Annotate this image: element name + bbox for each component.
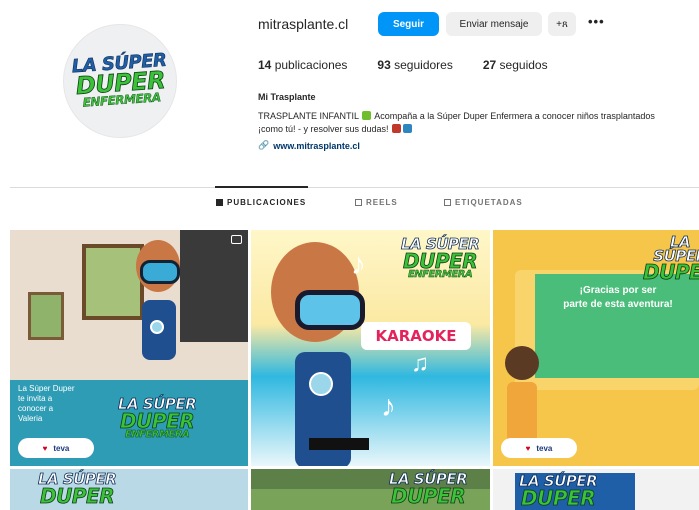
p5-logo-line2: DUPER xyxy=(391,483,466,508)
p1-caption-line4: Valeria xyxy=(18,414,43,423)
character-hair xyxy=(505,346,539,380)
post-6-logo: LA SÚPER DUPER xyxy=(519,473,598,510)
p1-caption-line2: te invita a xyxy=(18,394,53,403)
post-3-thanks: ¡Gracias por ser parte de esta aventura! xyxy=(533,284,699,312)
followers-label: seguidores xyxy=(394,58,453,72)
nurse-character xyxy=(128,240,188,390)
following-stat[interactable]: 27 seguidos xyxy=(483,58,548,72)
suggest-users-button[interactable]: +ጸ xyxy=(548,12,576,36)
doorway xyxy=(180,230,248,342)
tab-reels-label: REELS xyxy=(366,198,398,207)
more-options-icon[interactable]: ••• xyxy=(588,14,605,29)
post-1-caption: La Súper Duper te invita a conocer a Val… xyxy=(18,384,74,424)
profile-username: mitrasplante.cl xyxy=(258,16,349,32)
heart-logo-icon: ♥ xyxy=(42,443,48,453)
tab-publicaciones-label: PUBLICACIONES xyxy=(227,198,307,207)
p4-logo-line2: DUPER xyxy=(40,483,115,508)
followers-count: 93 xyxy=(377,58,391,72)
p1-caption-line3: conocer a xyxy=(18,404,54,413)
nurse-character xyxy=(265,242,369,466)
bio-text-1b: Acompaña a la Súper Duper Enfermera a co… xyxy=(372,111,655,121)
posts-count: 14 xyxy=(258,58,272,72)
p3-logo-line1: LA SÚPER xyxy=(653,233,699,265)
profile-divider xyxy=(10,187,699,188)
tab-publicaciones[interactable]: PUBLICACIONES xyxy=(216,198,306,207)
post-tile-2[interactable]: LA SÚPER DUPER ENFERMERA ♪ KARAOKE ♫ ♪ xyxy=(251,230,490,466)
profile-bio: TRASPLANTE INFANTIL Acompaña a la Súper … xyxy=(258,110,699,136)
sponsor-pill: ♥ teva xyxy=(501,438,577,458)
post-4-logo: LA SÚPER DUPER xyxy=(38,471,117,508)
karaoke-banner: KARAOKE xyxy=(361,322,471,350)
p6-logo-line2: DUPER xyxy=(521,485,596,510)
avatar-logo: LA SÚPER DUPER ENFERMERA xyxy=(71,50,169,110)
following-label: seguidos xyxy=(499,58,548,72)
post-1-logo: LA SÚPER DUPER ENFERMERA xyxy=(118,396,197,440)
character-belt xyxy=(309,438,369,450)
p3-thanks-line1: ¡Gracias por ser xyxy=(579,285,657,296)
sponsor-label: teva xyxy=(53,443,70,453)
posts-stat: 14 publicaciones xyxy=(258,58,347,72)
post-tile-3[interactable]: ¡Gracias por ser parte de esta aventura!… xyxy=(493,230,699,466)
link-icon: 🔗 xyxy=(258,140,270,150)
heart-logo-icon: ♥ xyxy=(525,443,531,453)
music-note-icon-3: ♪ xyxy=(381,390,396,423)
posts-label: publicaciones xyxy=(274,58,348,72)
followers-stat[interactable]: 93 seguidores xyxy=(377,58,452,72)
video-icon xyxy=(231,235,242,244)
p2-logo-line3: ENFERMERA xyxy=(407,268,473,280)
p3-thanks-line2: parte de esta aventura! xyxy=(563,299,673,310)
post-3-logo: LA SÚPER DUPER xyxy=(643,233,699,284)
suit-badge xyxy=(150,320,164,334)
tab-reels[interactable]: REELS xyxy=(355,198,398,207)
tab-etiquetadas-label: ETIQUETADAS xyxy=(455,198,523,207)
goggles-icon xyxy=(295,290,365,330)
goggles-icon xyxy=(140,260,180,284)
p1-logo-line2: DUPER xyxy=(120,408,195,433)
avatar-logo-line3: ENFERMERA xyxy=(81,90,161,110)
music-note-icon-2: ♫ xyxy=(411,350,429,377)
profile-stats: 14 publicaciones 93 seguidores 27 seguid… xyxy=(258,58,578,72)
music-note-icon: ♪ xyxy=(351,248,366,281)
post-2-logo: LA SÚPER DUPER ENFERMERA xyxy=(401,236,480,280)
character-body xyxy=(507,382,537,446)
sponsor-label: teva xyxy=(536,443,553,453)
p1-caption-line1: La Súper Duper xyxy=(18,384,75,393)
sponsor-pill: ♥ teva xyxy=(18,438,94,458)
p3-logo-line2: DUPER xyxy=(643,260,699,284)
profile-link-text[interactable]: www.mitrasplante.cl xyxy=(273,141,360,151)
bio-text-1: TRASPLANTE INFANTIL xyxy=(258,111,362,121)
post-tile-5[interactable]: LA SÚPER DUPER xyxy=(251,469,490,510)
suit-badge xyxy=(309,372,333,396)
painting-frame-small xyxy=(28,292,64,340)
nurse-emoji-icon xyxy=(392,124,402,133)
nurse-emoji-icon-2 xyxy=(403,124,413,133)
p2-logo-line2: DUPER xyxy=(403,248,478,273)
follow-button[interactable]: Seguir xyxy=(378,12,439,36)
tab-etiquetadas[interactable]: ETIQUETADAS xyxy=(444,198,523,207)
post-tile-6[interactable]: LA SÚPER DUPER xyxy=(493,469,699,510)
send-message-button[interactable]: Enviar mensaje xyxy=(446,12,542,36)
bio-text-2: ¡como tú! - y resolver sus dudas! xyxy=(258,124,392,134)
profile-avatar[interactable]: LA SÚPER DUPER ENFERMERA xyxy=(63,24,177,138)
plant-emoji-icon xyxy=(362,111,372,120)
active-tab-indicator xyxy=(215,186,308,188)
following-count: 27 xyxy=(482,58,497,72)
grid-icon xyxy=(216,199,223,206)
post-5-logo: LA SÚPER DUPER xyxy=(389,471,468,508)
post-tile-4[interactable]: LA SÚPER DUPER xyxy=(10,469,248,510)
add-user-icon: +ጸ xyxy=(556,18,568,30)
reels-icon xyxy=(355,199,362,206)
tagged-icon xyxy=(444,199,451,206)
post-tile-1[interactable]: La Súper Duper te invita a conocer a Val… xyxy=(10,230,248,466)
p1-logo-line3: ENFERMERA xyxy=(124,428,190,440)
profile-link[interactable]: 🔗 www.mitrasplante.cl xyxy=(258,140,360,151)
profile-full-name: Mi Trasplante xyxy=(258,92,316,102)
